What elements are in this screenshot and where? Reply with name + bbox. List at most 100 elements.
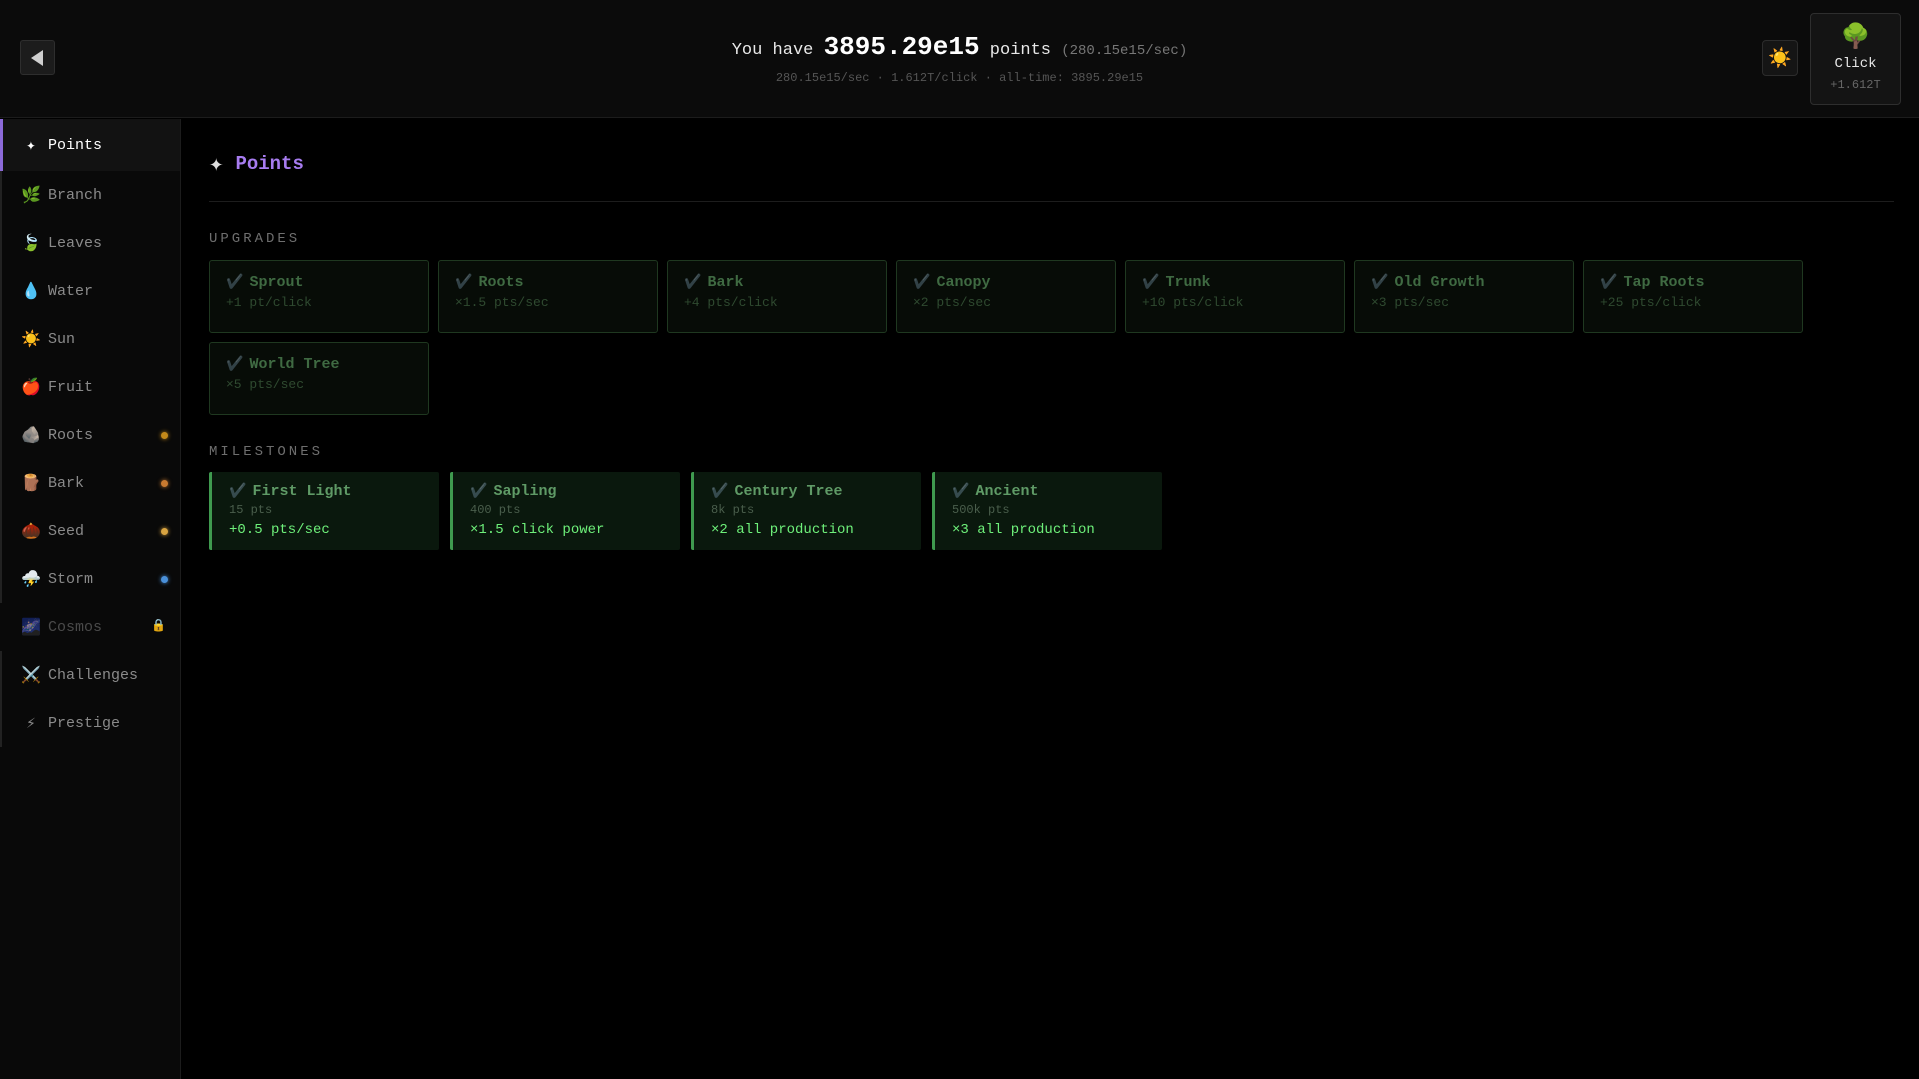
sidebar-item-label: Points bbox=[48, 136, 103, 154]
sidebar-item-storm[interactable]: ⛈️ Storm bbox=[0, 555, 180, 603]
notification-dot bbox=[161, 432, 168, 439]
milestone-cost: 8k pts bbox=[711, 503, 755, 517]
points-summary: You have 3895.29e15 points (280.15e15/se… bbox=[0, 32, 1919, 62]
upgrade-name: ✔️ Canopy bbox=[913, 274, 1099, 291]
sidebar-item-label: Leaves bbox=[48, 234, 103, 252]
milestone-card-sapling: ✔️ Sapling 400 pts ×1.5 click power bbox=[450, 472, 680, 550]
check-icon: ✔️ bbox=[684, 275, 702, 291]
prestige-icon: ⚡ bbox=[26, 715, 36, 733]
sidebar-item-label: Branch bbox=[48, 186, 103, 204]
sidebar-item-label: Seed bbox=[48, 522, 85, 540]
sidebar-item-cosmos: 🌌 Cosmos 🔒 bbox=[0, 603, 180, 651]
upgrade-card-bark[interactable]: ✔️ Bark +4 pts/click bbox=[667, 260, 887, 333]
notification-dot bbox=[161, 528, 168, 535]
upgrade-name-text: Bark bbox=[707, 274, 744, 291]
sidebar-item-prestige[interactable]: ⚡ Prestige bbox=[0, 699, 180, 747]
upgrade-name: ✔️ Trunk bbox=[1142, 274, 1328, 291]
upgrade-name-text: Old Growth bbox=[1394, 274, 1485, 291]
divider bbox=[209, 201, 1894, 202]
sidebar-item-leaves[interactable]: 🍃 Leaves bbox=[0, 219, 180, 267]
milestone-name-text: Century Tree bbox=[734, 483, 843, 500]
water-icon: 💧 bbox=[21, 283, 41, 301]
sidebar-item-seed[interactable]: 🌰 Seed bbox=[0, 507, 180, 555]
milestone-name: ✔️ First Light bbox=[229, 483, 422, 500]
upgrade-name: ✔️ Old Growth bbox=[1371, 274, 1557, 291]
notification-dot bbox=[161, 480, 168, 487]
sidebar-item-branch[interactable]: 🌿 Branch bbox=[0, 171, 180, 219]
sidebar-item-water[interactable]: 💧 Water bbox=[0, 267, 180, 315]
page-header: ✦ Points bbox=[209, 149, 304, 179]
sidebar-item-label: Sun bbox=[48, 330, 76, 348]
milestone-cost: 400 pts bbox=[470, 503, 521, 517]
check-icon: ✔️ bbox=[711, 484, 729, 500]
upgrade-card-old-growth[interactable]: ✔️ Old Growth ×3 pts/sec bbox=[1354, 260, 1574, 333]
theme-toggle-button[interactable]: ☀️ bbox=[1762, 40, 1798, 76]
bark-icon: 🪵 bbox=[21, 475, 41, 493]
sidebar-item-fruit[interactable]: 🍎 Fruit bbox=[0, 363, 180, 411]
lock-icon: 🔒 bbox=[151, 619, 166, 633]
sidebar: ✦ Points 🌿 Branch 🍃 Leaves 💧 Water ☀️ Sun 🍎 Fruit 🪨 R… bbox=[0, 119, 181, 1079]
upgrade-card-trunk[interactable]: ✔️ Trunk +10 pts/click bbox=[1125, 260, 1345, 333]
sidebar-item-bark[interactable]: 🪵 Bark bbox=[0, 459, 180, 507]
upgrade-name: ✔️ Roots bbox=[455, 274, 641, 291]
sidebar-item-label: Challenges bbox=[48, 666, 139, 684]
sidebar-item-label: Roots bbox=[48, 426, 94, 444]
milestone-name-text: Sapling bbox=[493, 483, 557, 500]
milestone-cost: 500k pts bbox=[952, 503, 1010, 517]
check-icon: ✔️ bbox=[455, 275, 473, 291]
click-button[interactable]: 🌳 Click +1.612T bbox=[1810, 13, 1901, 105]
upgrade-effect: +10 pts/click bbox=[1142, 295, 1244, 310]
sun-icon: ☀️ bbox=[21, 331, 41, 349]
check-icon: ✔️ bbox=[226, 275, 244, 291]
upgrade-name-text: Sprout bbox=[249, 274, 304, 291]
challenges-icon: ⚔️ bbox=[21, 667, 41, 685]
sidebar-item-label: Prestige bbox=[48, 714, 121, 732]
upgrade-name-text: Tap Roots bbox=[1623, 274, 1705, 291]
points-rate: (280.15e15/sec) bbox=[1061, 43, 1188, 59]
sidebar-item-challenges[interactable]: ⚔️ Challenges bbox=[0, 651, 180, 699]
milestones-heading: MILESTONES bbox=[209, 444, 324, 460]
upgrade-name-text: Trunk bbox=[1165, 274, 1211, 291]
milestone-card-first-light: ✔️ First Light 15 pts +0.5 pts/sec bbox=[209, 472, 439, 550]
check-icon: ✔️ bbox=[1371, 275, 1389, 291]
leaves-icon: 🍃 bbox=[21, 235, 41, 253]
upgrade-effect: +4 pts/click bbox=[684, 295, 778, 310]
upgrade-name: ✔️ Sprout bbox=[226, 274, 412, 291]
sidebar-item-sun[interactable]: ☀️ Sun bbox=[0, 315, 180, 363]
storm-icon: ⛈️ bbox=[21, 571, 41, 589]
sidebar-item-roots[interactable]: 🪨 Roots bbox=[0, 411, 180, 459]
check-icon: ✔️ bbox=[229, 484, 247, 500]
cosmos-icon: 🌌 bbox=[21, 619, 41, 637]
milestone-name: ✔️ Sapling bbox=[470, 483, 663, 500]
upgrade-card-tap-roots[interactable]: ✔️ Tap Roots +25 pts/click bbox=[1583, 260, 1803, 333]
click-value: +1.612T bbox=[1830, 78, 1881, 92]
sidebar-item-label: Bark bbox=[48, 474, 85, 492]
points-value: 3895.29e15 bbox=[823, 32, 980, 62]
points-prefix: You have bbox=[731, 41, 814, 60]
click-label: Click bbox=[1834, 56, 1877, 72]
upgrade-card-canopy[interactable]: ✔️ Canopy ×2 pts/sec bbox=[896, 260, 1116, 333]
milestone-cost: 15 pts bbox=[229, 503, 273, 517]
upgrades-heading: UPGRADES bbox=[209, 231, 301, 247]
points-suffix: points bbox=[989, 41, 1052, 60]
milestone-name: ✔️ Ancient bbox=[952, 483, 1145, 500]
upgrade-name-text: Roots bbox=[478, 274, 524, 291]
upgrade-name: ✔️ World Tree bbox=[226, 356, 412, 373]
upgrade-name: ✔️ Bark bbox=[684, 274, 870, 291]
branch-icon: 🌿 bbox=[21, 187, 41, 205]
top-bar: You have 3895.29e15 points (280.15e15/se… bbox=[0, 0, 1919, 118]
upgrade-card-sprout[interactable]: ✔️ Sprout +1 pt/click bbox=[209, 260, 429, 333]
sidebar-item-label: Water bbox=[48, 282, 94, 300]
milestone-effect: ×2 all production bbox=[711, 522, 854, 538]
sun-icon: ☀️ bbox=[1768, 48, 1792, 70]
upgrade-effect: +1 pt/click bbox=[226, 295, 312, 310]
upgrade-effect: ×2 pts/sec bbox=[913, 295, 992, 310]
sidebar-item-points[interactable]: ✦ Points bbox=[0, 119, 180, 171]
milestone-effect: ×3 all production bbox=[952, 522, 1095, 538]
upgrade-card-world-tree[interactable]: ✔️ World Tree ×5 pts/sec bbox=[209, 342, 429, 415]
check-icon: ✔️ bbox=[952, 484, 970, 500]
milestone-name: ✔️ Century Tree bbox=[711, 483, 904, 500]
upgrade-card-roots[interactable]: ✔️ Roots ×1.5 pts/sec bbox=[438, 260, 658, 333]
roots-icon: 🪨 bbox=[21, 427, 41, 445]
seed-icon: 🌰 bbox=[21, 523, 41, 541]
